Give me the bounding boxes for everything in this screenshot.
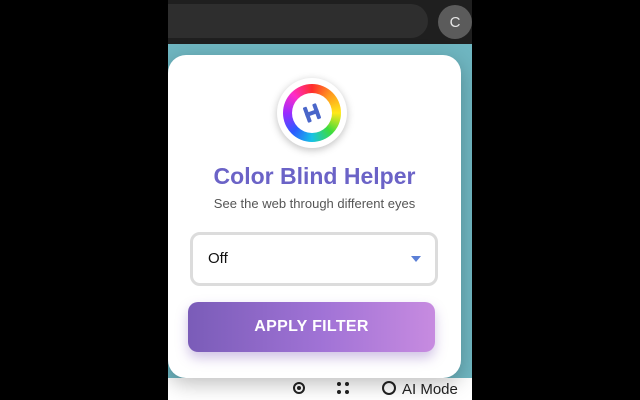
color-wheel-icon [283,84,341,142]
chevron-down-icon [411,256,421,262]
app-subtitle: See the web through different eyes [213,196,416,211]
profile-avatar-button[interactable]: C [438,5,472,39]
app-title: Color Blind Helper [213,163,416,189]
filter-select-value: Off [208,250,228,267]
ai-mode-link[interactable]: AI Mode [382,381,458,398]
apps-grid-icon[interactable] [336,381,350,395]
search-icon [382,381,396,395]
ai-mode-label: AI Mode [402,381,458,398]
logo-center [292,93,332,133]
filter-select[interactable]: Off [190,232,438,286]
address-bar[interactable] [168,4,428,38]
profile-initial: C [449,13,461,31]
underlying-page-toolbar: AI Mode [168,378,472,400]
extension-popup: Color Blind Helper See the web through d… [168,55,461,378]
apply-filter-button[interactable]: APPLY FILTER [188,302,435,352]
logo-letter-icon [302,103,322,123]
lens-icon[interactable] [292,381,306,395]
browser-toolbar: C [168,0,472,44]
app-logo [277,78,347,148]
